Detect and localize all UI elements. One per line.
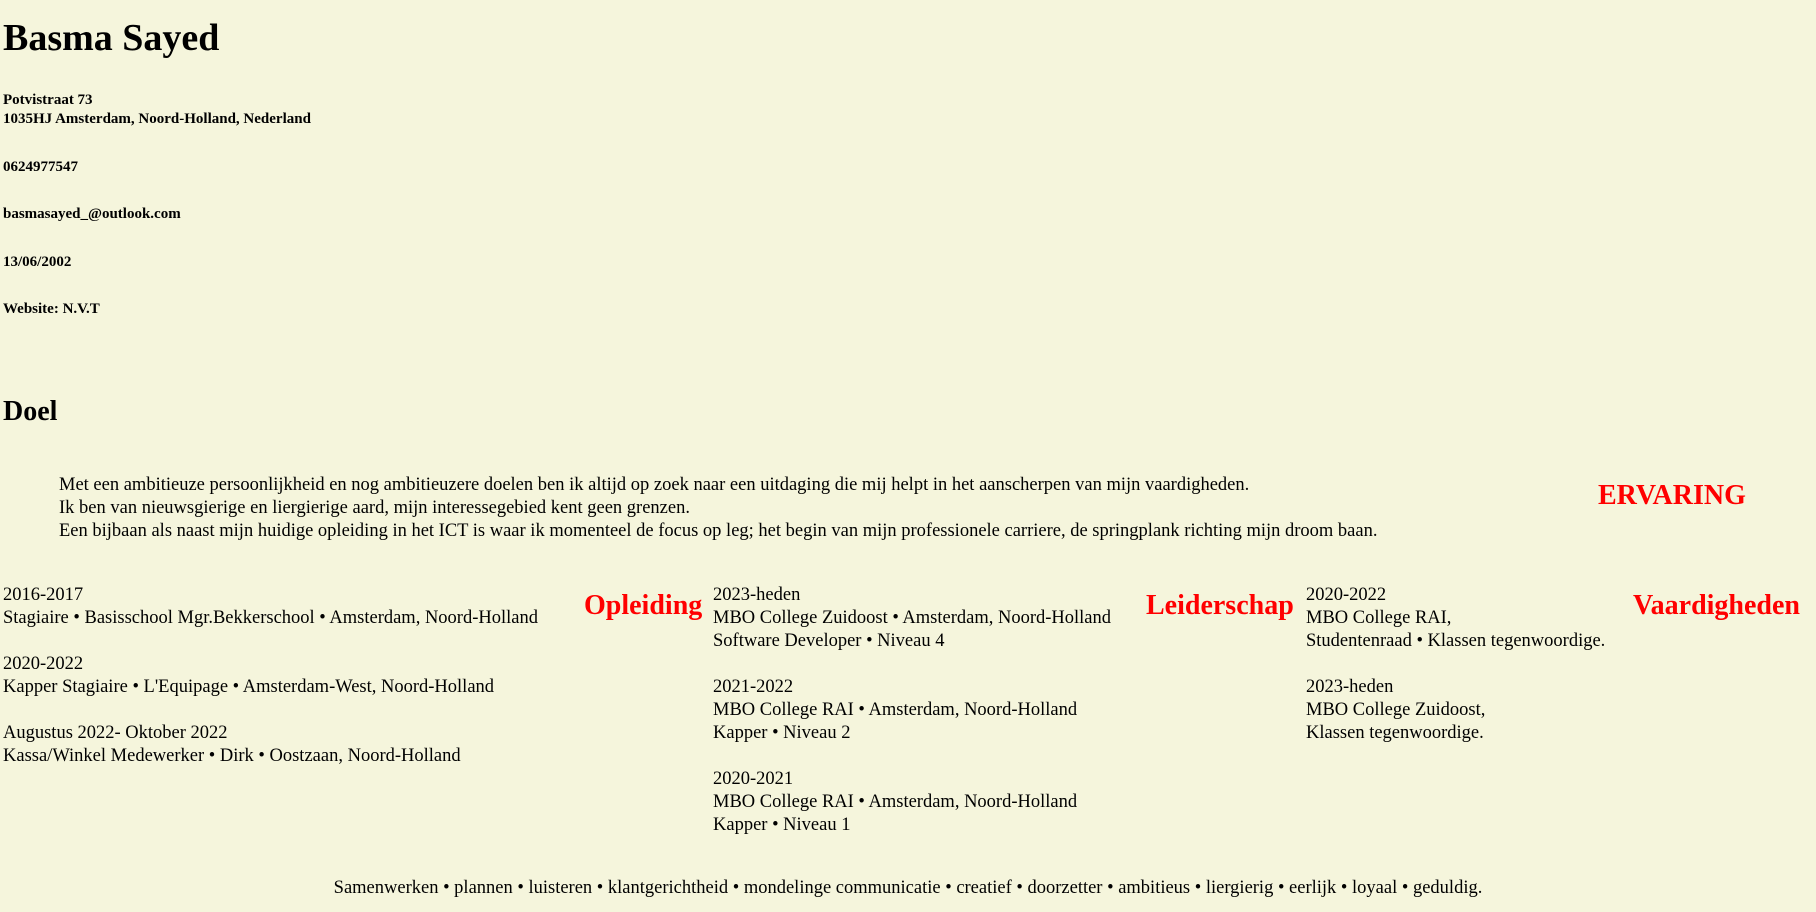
ervaring-heading: ERVARING (1598, 480, 1746, 511)
doel-line: Met een ambitieuze persoonlijkheid en no… (59, 475, 1250, 495)
entry-period: 2020-2021 (713, 769, 794, 789)
leiderschap-entry: 2023-heden MBO College Zuidoost, Klassen… (1306, 676, 1605, 745)
doel-line: Een bijbaan als naast mijn huidige oplei… (59, 521, 1378, 541)
name-heading: Basma Sayed (3, 17, 220, 59)
opleiding-entry: 2021-2022 MBO College RAI • Amsterdam, N… (713, 676, 1111, 745)
entry-period: Augustus 2022- Oktober 2022 (3, 723, 228, 743)
entry-school: MBO College RAI • Amsterdam, Noord-Holla… (713, 792, 1078, 812)
entry-period: 2020-2022 (3, 654, 84, 674)
entry-school: MBO College Zuidoost • Amsterdam, Noord-… (713, 608, 1112, 628)
doel-heading: Doel (3, 396, 58, 427)
entry-period: 2023-heden (1306, 677, 1394, 697)
ervaring-entry: 2020-2022 Kapper Stagiaire • L'Equipage … (3, 653, 538, 699)
birthdate: 13/06/2002 (3, 254, 72, 270)
entry-period: 2023-heden (713, 585, 801, 605)
entry-period: 2021-2022 (713, 677, 794, 697)
vaardigheden-list: Samenwerken • plannen • luisteren • klan… (333, 878, 1483, 898)
entry-desc: Kassa/Winkel Medewerker • Dirk • Oostzaa… (3, 746, 461, 766)
entry-course: Kapper • Niveau 1 (713, 815, 851, 835)
opleiding-entry: 2023-heden MBO College Zuidoost • Amster… (713, 584, 1111, 653)
entry-course: Software Developer • Niveau 4 (713, 631, 945, 651)
website: Website: N.V.T (3, 301, 100, 317)
phone: 0624977547 (3, 159, 78, 175)
doel-paragraph: Met een ambitieuze persoonlijkheid en no… (59, 474, 1377, 543)
email: basmasayed_@outlook.com (3, 206, 181, 222)
address-city: 1035HJ Amsterdam, Noord-Holland, Nederla… (3, 111, 311, 127)
opleiding-list: 2023-heden MBO College Zuidoost • Amster… (713, 584, 1111, 860)
address-street: Potvistraat 73 (3, 92, 93, 108)
ervaring-list: 2016-2017 Stagiaire • Basisschool Mgr.Be… (3, 584, 538, 791)
entry-school: MBO College RAI • Amsterdam, Noord-Holla… (713, 700, 1078, 720)
entry-line: MBO College RAI, (1306, 608, 1452, 628)
vaardigheden-heading: Vaardigheden (1633, 590, 1801, 621)
opleiding-heading: Opleiding (584, 590, 703, 621)
entry-line: Studentenraad • Klassen tegenwoordige. (1306, 631, 1606, 651)
entry-period: 2016-2017 (3, 585, 84, 605)
entry-period: 2020-2022 (1306, 585, 1387, 605)
entry-line: Klassen tegenwoordige. (1306, 723, 1484, 743)
entry-line: MBO College Zuidoost, (1306, 700, 1486, 720)
entry-course: Kapper • Niveau 2 (713, 723, 851, 743)
leiderschap-entry: 2020-2022 MBO College RAI, Studentenraad… (1306, 584, 1605, 653)
ervaring-entry: Augustus 2022- Oktober 2022 Kassa/Winkel… (3, 722, 538, 768)
ervaring-entry: 2016-2017 Stagiaire • Basisschool Mgr.Be… (3, 584, 538, 630)
leiderschap-heading: Leiderschap (1146, 590, 1294, 621)
leiderschap-list: 2020-2022 MBO College RAI, Studentenraad… (1306, 584, 1605, 768)
entry-desc: Stagiaire • Basisschool Mgr.Bekkerschool… (3, 608, 538, 628)
doel-line: Ik ben van nieuwsgierige en liergierige … (59, 498, 690, 518)
address: Potvistraat 73 1035HJ Amsterdam, Noord-H… (3, 91, 311, 129)
opleiding-entry: 2020-2021 MBO College RAI • Amsterdam, N… (713, 768, 1111, 837)
entry-desc: Kapper Stagiaire • L'Equipage • Amsterda… (3, 677, 495, 697)
